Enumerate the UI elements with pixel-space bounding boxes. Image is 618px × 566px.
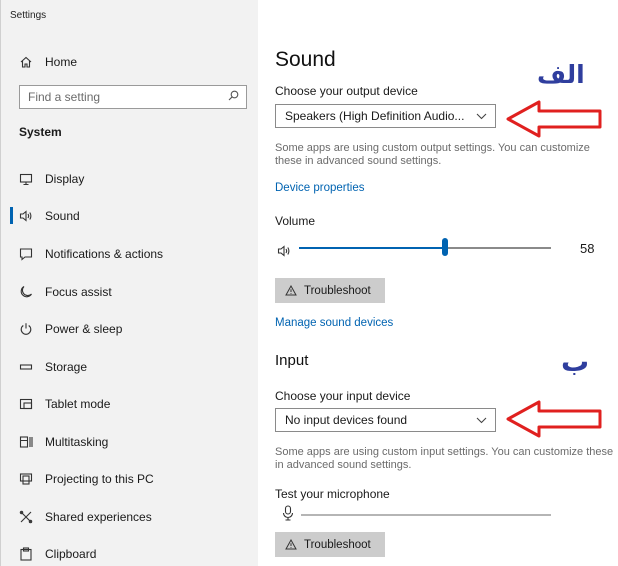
chevron-down-icon — [476, 113, 487, 120]
storage-icon — [19, 360, 33, 374]
sidebar-item-label: Sound — [45, 209, 80, 223]
window-title: Settings — [10, 10, 47, 21]
input-troubleshoot-button[interactable]: Troubleshoot — [275, 532, 385, 557]
sidebar-item-multitasking[interactable]: Multitasking — [19, 431, 251, 453]
sidebar-item-label: Power & sleep — [45, 322, 123, 336]
sidebar-home-label: Home — [45, 55, 78, 69]
output-troubleshoot-button[interactable]: Troubleshoot — [275, 278, 385, 303]
shared-icon — [19, 510, 33, 524]
sidebar-item-notifications[interactable]: Notifications & actions — [19, 243, 251, 265]
output-device-label: Choose your output device — [275, 84, 418, 98]
sidebar-item-label: Display — [45, 172, 85, 186]
input-note: Some apps are using custom input setting… — [275, 446, 614, 471]
sidebar-item-label: Focus assist — [45, 285, 112, 299]
volume-slider-fill — [299, 247, 446, 249]
sidebar-item-focus-assist[interactable]: Focus assist — [19, 281, 251, 303]
volume-icon — [277, 245, 290, 257]
sidebar-item-label: Notifications & actions — [45, 247, 164, 261]
moon-icon — [19, 285, 33, 299]
sidebar-item-label: Tablet mode — [45, 397, 111, 411]
troubleshoot-label: Troubleshoot — [304, 284, 371, 297]
clipboard-icon — [19, 547, 33, 561]
annotation-arrow-output — [506, 100, 602, 138]
volume-label: Volume — [275, 214, 316, 228]
input-section-title: Input — [275, 352, 309, 369]
sidebar-item-tablet-mode[interactable]: Tablet mode — [19, 393, 251, 415]
output-device-dropdown[interactable]: Speakers (High Definition Audio... — [275, 104, 496, 128]
search-input[interactable]: Find a setting — [19, 85, 247, 109]
chevron-down-icon — [476, 417, 487, 424]
search-icon — [228, 90, 239, 104]
section-title-system: System — [19, 125, 62, 139]
speaker-icon — [19, 209, 33, 223]
tablet-icon — [19, 397, 33, 411]
input-device-dropdown[interactable]: No input devices found — [275, 408, 496, 432]
page-title: Sound — [275, 48, 336, 71]
sidebar-item-label: Clipboard — [45, 547, 97, 561]
input-device-label: Choose your input device — [275, 389, 411, 403]
output-device-value: Speakers (High Definition Audio... — [285, 109, 465, 123]
sidebar-item-shared-experiences[interactable]: Shared experiences — [19, 506, 251, 528]
sidebar-item-display[interactable]: Display — [19, 168, 251, 190]
sidebar-item-label: Shared experiences — [45, 510, 152, 524]
annotation-alef: الف — [537, 60, 585, 89]
troubleshoot-label: Troubleshoot — [304, 538, 371, 551]
warning-icon — [285, 285, 297, 296]
annotation-arrow-input — [506, 400, 602, 438]
sidebar-item-clipboard[interactable]: Clipboard — [19, 543, 251, 565]
home-icon — [19, 55, 33, 69]
manage-sound-devices-link[interactable]: Manage sound devices — [275, 317, 393, 329]
test-microphone-label: Test your microphone — [275, 487, 390, 501]
sidebar-item-power-sleep[interactable]: Power & sleep — [19, 318, 251, 340]
volume-slider-thumb[interactable] — [442, 238, 449, 256]
microphone-level-bar — [301, 514, 551, 516]
sidebar-item-label: Multitasking — [45, 435, 109, 449]
search-placeholder: Find a setting — [28, 90, 101, 104]
sidebar-item-label: Projecting to this PC — [45, 472, 154, 486]
input-device-value: No input devices found — [285, 413, 408, 427]
sidebar-item-storage[interactable]: Storage — [19, 356, 251, 378]
device-properties-link[interactable]: Device properties — [275, 182, 364, 194]
active-indicator — [10, 207, 13, 224]
projector-icon — [19, 472, 33, 486]
warning-icon — [285, 539, 297, 550]
sidebar-home[interactable]: Home — [19, 52, 77, 72]
multitasking-icon — [19, 435, 33, 449]
sidebar-item-sound[interactable]: Sound — [19, 205, 251, 227]
sidebar: Settings Home Find a setting System Disp… — [0, 0, 258, 566]
sidebar-item-label: Storage — [45, 360, 88, 374]
power-icon — [19, 322, 33, 336]
annotation-be: ب — [561, 345, 590, 378]
volume-value: 58 — [580, 241, 595, 256]
output-note: Some apps are using custom output settin… — [275, 142, 590, 167]
microphone-icon — [282, 505, 294, 521]
notification-icon — [19, 247, 33, 261]
sidebar-item-projecting[interactable]: Projecting to this PC — [19, 468, 251, 490]
display-icon — [19, 172, 33, 186]
